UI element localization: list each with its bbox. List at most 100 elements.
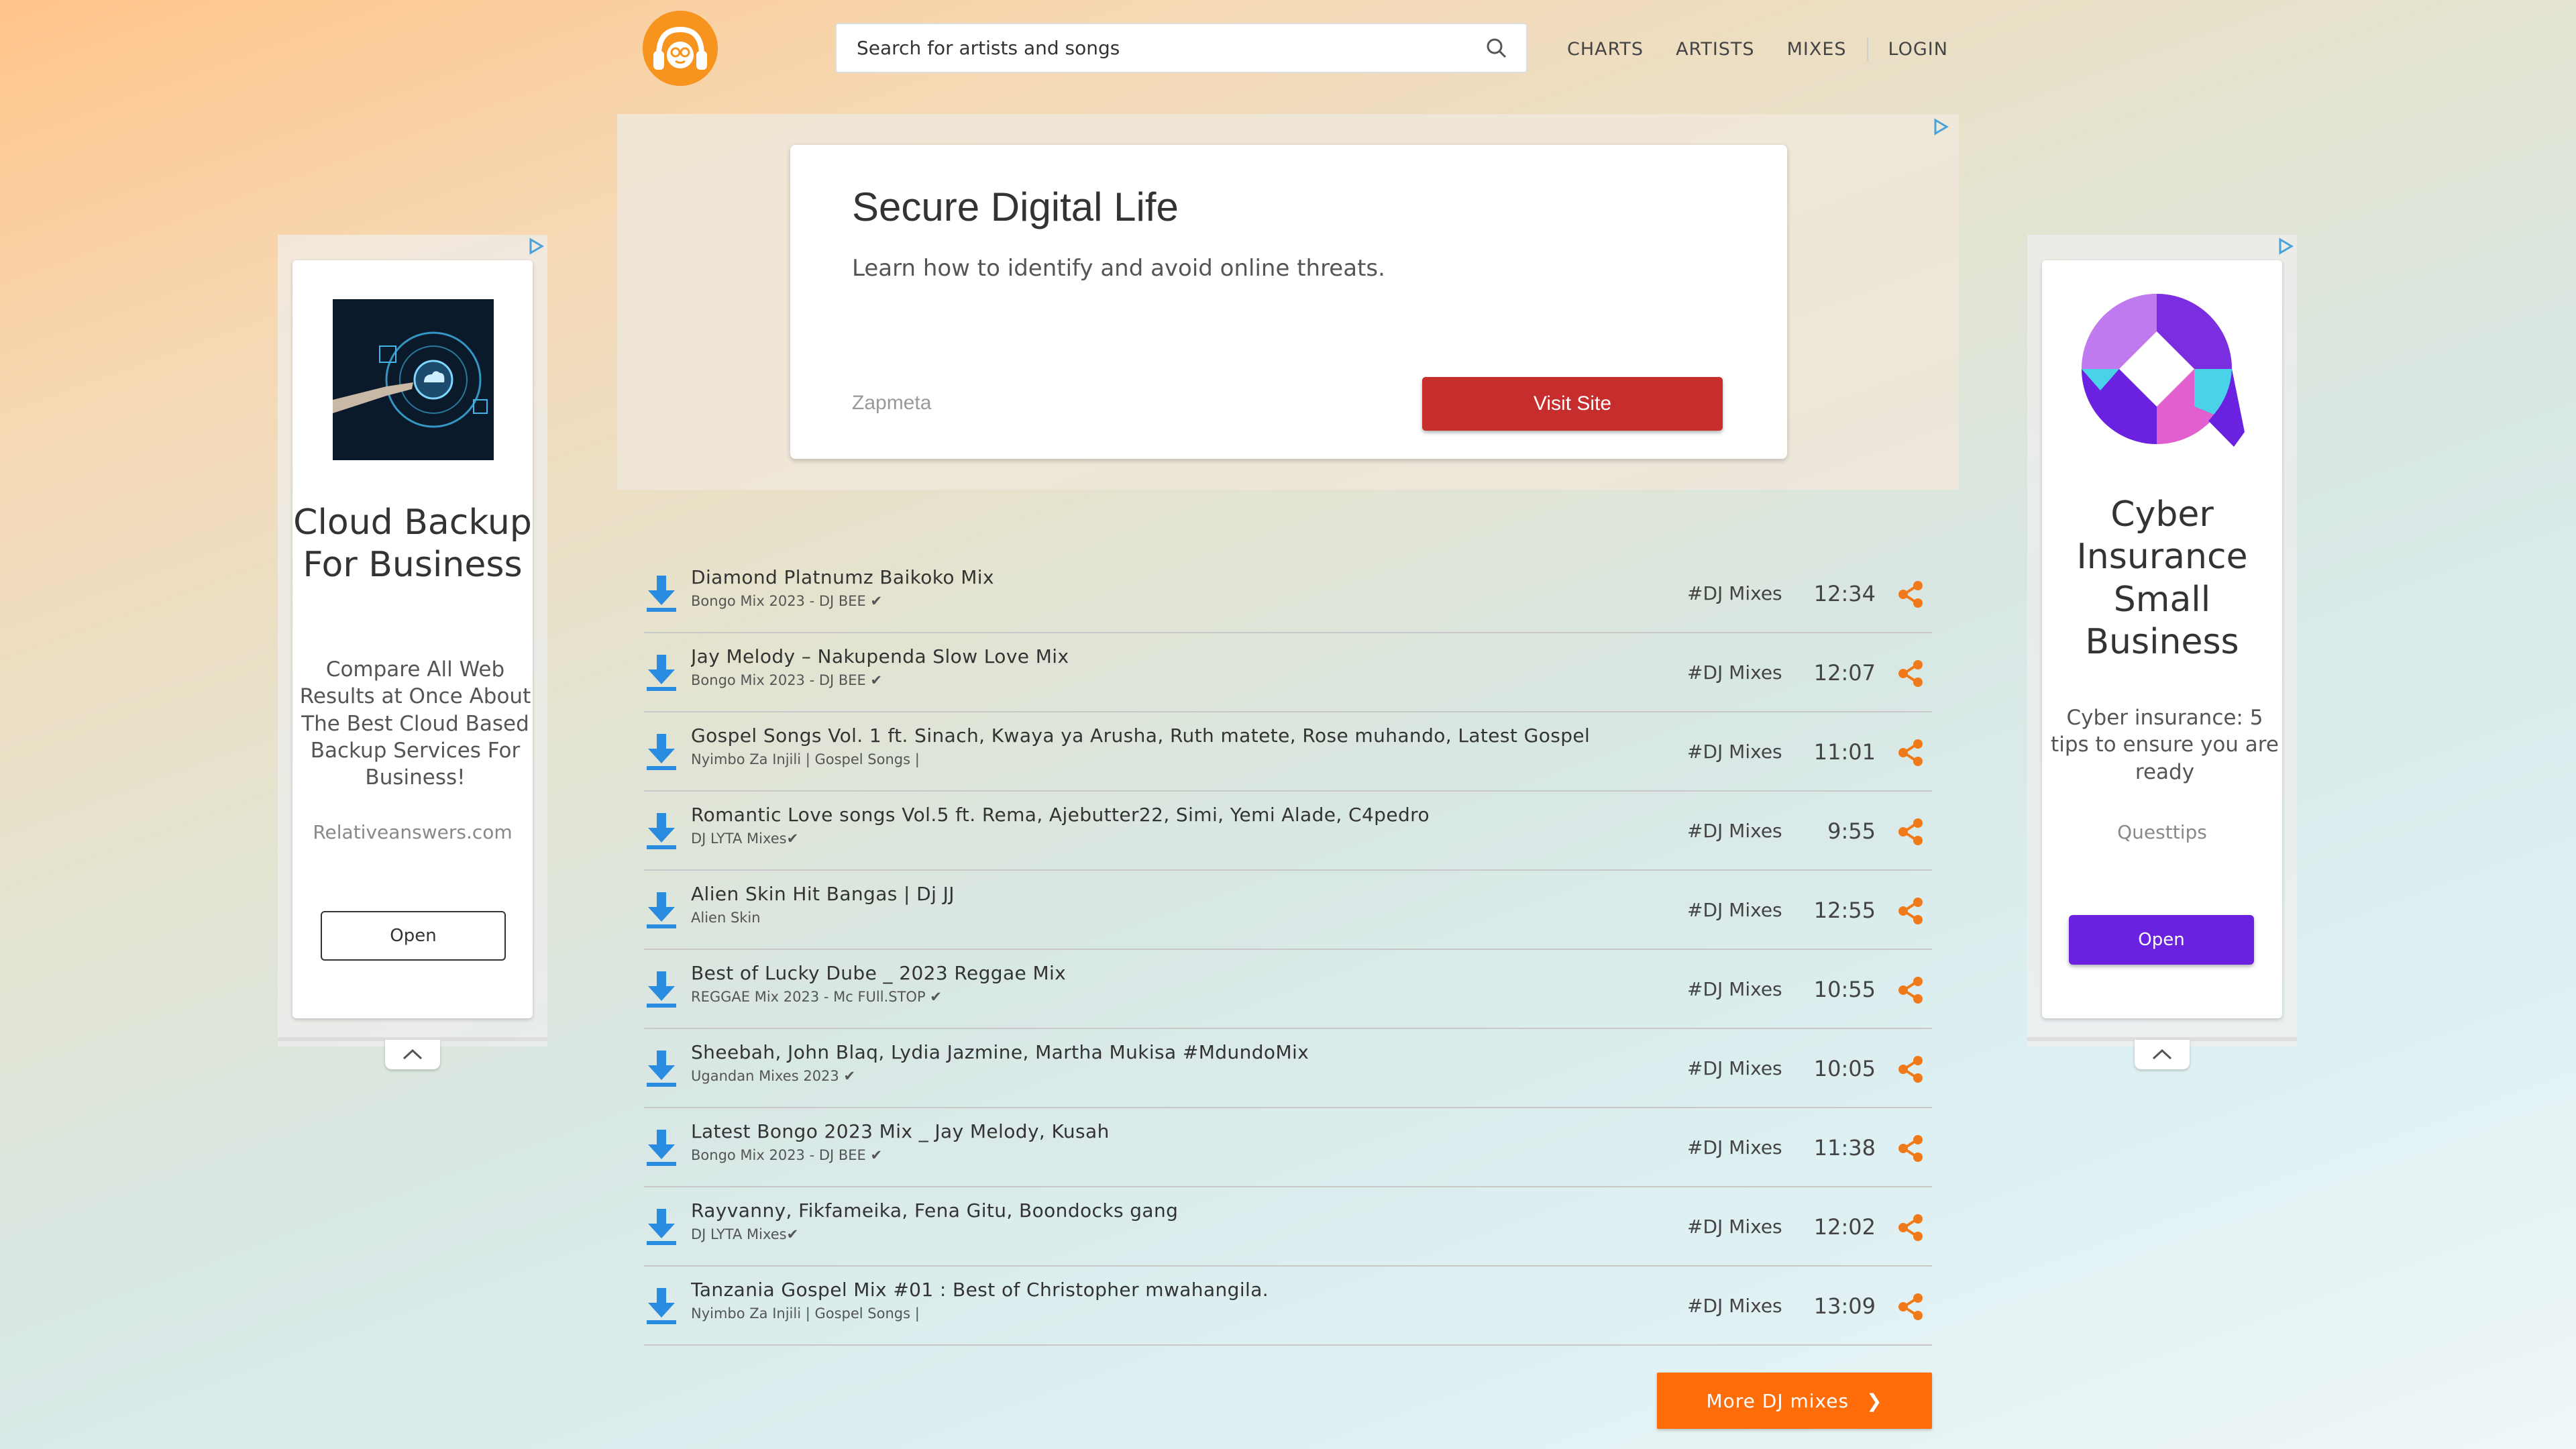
ad-collapse-toggle[interactable] — [385, 1040, 440, 1069]
mix-duration: 12:07 — [1813, 660, 1876, 686]
mix-title[interactable]: Romantic Love songs Vol.5 ft. Rema, Ajeb… — [691, 804, 1590, 826]
share-icon[interactable] — [1896, 1134, 1925, 1163]
mix-subtitle[interactable]: Bongo Mix 2023 - DJ BEE ✔ — [691, 593, 882, 609]
mix-title[interactable]: Sheebah, John Blaq, Lydia Jazmine, Marth… — [691, 1041, 1590, 1063]
download-icon[interactable] — [644, 891, 679, 930]
download-icon[interactable] — [644, 1208, 679, 1246]
mix-row[interactable]: Jay Melody – Nakupenda Slow Love Mix Bon… — [644, 633, 1932, 712]
mix-subtitle[interactable]: DJ LYTA Mixes✔ — [691, 1226, 798, 1242]
download-icon[interactable] — [644, 733, 679, 771]
mix-title[interactable]: Diamond Platnumz Baikoko Mix — [691, 566, 1590, 588]
mix-subtitle[interactable]: Nyimbo Za Injili | Gospel Songs | — [691, 751, 920, 767]
mix-row[interactable]: Alien Skin Hit Bangas | Dj JJ Alien Skin… — [644, 871, 1932, 950]
mix-duration: 11:38 — [1813, 1135, 1876, 1161]
right-ad-description: Cyber insurance: 5 tips to ensure you ar… — [2051, 706, 2279, 784]
left-ad-card[interactable]: Cloud Backup For Business Compare All We… — [292, 260, 533, 1018]
nav-charts[interactable]: CHARTS — [1567, 39, 1644, 60]
mix-duration: 11:01 — [1813, 739, 1876, 765]
mix-tag[interactable]: #DJ Mixes — [1687, 820, 1782, 842]
mix-tag[interactable]: #DJ Mixes — [1687, 661, 1782, 684]
left-ad-source: Relativeanswers.com — [313, 821, 513, 843]
mix-subtitle[interactable]: Nyimbo Za Injili | Gospel Songs | — [691, 1305, 920, 1322]
headphones-logo-icon — [643, 11, 718, 86]
mix-duration: 9:55 — [1827, 818, 1876, 844]
adchoices-icon[interactable] — [2277, 237, 2294, 255]
ad-collapse-toggle[interactable] — [2135, 1040, 2190, 1069]
right-side-ad: Cyber Insurance Small Business Cyber ins… — [2027, 235, 2297, 1069]
share-icon[interactable] — [1896, 817, 1925, 847]
nav-artists[interactable]: ARTISTS — [1676, 39, 1755, 60]
nav-mixes[interactable]: MIXES — [1787, 39, 1847, 60]
visit-site-button[interactable]: Visit Site — [1422, 377, 1723, 431]
download-icon[interactable] — [644, 1128, 679, 1167]
download-icon[interactable] — [644, 970, 679, 1009]
left-ad-description: Compare All Web Results at Once About Th… — [299, 657, 531, 790]
mix-subtitle[interactable]: Bongo Mix 2023 - DJ BEE ✔ — [691, 1147, 882, 1163]
mix-tag[interactable]: #DJ Mixes — [1687, 1216, 1782, 1238]
share-icon[interactable] — [1896, 1055, 1925, 1084]
chevron-up-icon — [402, 1049, 423, 1060]
share-icon[interactable] — [1896, 1213, 1925, 1242]
mix-title[interactable]: Alien Skin Hit Bangas | Dj JJ — [691, 883, 1590, 905]
mix-tag[interactable]: #DJ Mixes — [1687, 1295, 1782, 1317]
mix-subtitle[interactable]: Ugandan Mixes 2023 ✔ — [691, 1068, 855, 1084]
download-icon[interactable] — [644, 653, 679, 692]
share-icon[interactable] — [1896, 580, 1925, 609]
mix-duration: 13:09 — [1813, 1293, 1876, 1319]
mix-tag[interactable]: #DJ Mixes — [1687, 741, 1782, 763]
mix-tag[interactable]: #DJ Mixes — [1687, 582, 1782, 604]
adchoices-icon[interactable] — [1932, 118, 1949, 136]
mix-tag[interactable]: #DJ Mixes — [1687, 899, 1782, 921]
share-icon[interactable] — [1896, 896, 1925, 926]
mix-row[interactable]: Tanzania Gospel Mix #01 : Best of Christ… — [644, 1267, 1932, 1346]
left-ad-title: Cloud Backup For Business — [293, 502, 532, 586]
download-icon[interactable] — [644, 1049, 679, 1088]
search-icon[interactable] — [1486, 38, 1507, 59]
mix-row[interactable]: Best of Lucky Dube _ 2023 Reggae Mix REG… — [644, 950, 1932, 1029]
left-ad-open-button[interactable]: Open — [321, 911, 506, 961]
mix-subtitle[interactable]: Bongo Mix 2023 - DJ BEE ✔ — [691, 672, 882, 688]
nav-login[interactable]: LOGIN — [1888, 39, 1948, 60]
mix-title[interactable]: Rayvanny, Fikfameika, Fena Gitu, Boondoc… — [691, 1199, 1590, 1222]
mix-subtitle[interactable]: REGGAE Mix 2023 - Mc FUll.STOP ✔ — [691, 989, 942, 1005]
mix-row[interactable]: Romantic Love songs Vol.5 ft. Rema, Ajeb… — [644, 792, 1932, 871]
mix-subtitle[interactable]: Alien Skin — [691, 910, 761, 926]
left-side-ad: Cloud Backup For Business Compare All We… — [278, 235, 547, 1069]
share-icon[interactable] — [1896, 975, 1925, 1005]
mix-tag[interactable]: #DJ Mixes — [1687, 1136, 1782, 1159]
more-dj-mixes-label: More DJ mixes — [1706, 1389, 1849, 1412]
mix-duration: 12:34 — [1813, 581, 1876, 606]
mix-tag[interactable]: #DJ Mixes — [1687, 978, 1782, 1000]
mix-title[interactable]: Latest Bongo 2023 Mix _ Jay Melody, Kusa… — [691, 1120, 1590, 1142]
right-ad-open-button[interactable]: Open — [2069, 915, 2254, 965]
mix-tag[interactable]: #DJ Mixes — [1687, 1057, 1782, 1079]
mix-row[interactable]: Diamond Platnumz Baikoko Mix Bongo Mix 2… — [644, 554, 1932, 633]
mix-row[interactable]: Latest Bongo 2023 Mix _ Jay Melody, Kusa… — [644, 1108, 1932, 1187]
mix-subtitle[interactable]: DJ LYTA Mixes✔ — [691, 830, 798, 847]
search-input[interactable] — [857, 24, 1460, 72]
mix-row[interactable]: Gospel Songs Vol. 1 ft. Sinach, Kwaya ya… — [644, 712, 1932, 792]
more-dj-mixes-button[interactable]: More DJ mixes ❯ — [1657, 1373, 1932, 1429]
adchoices-icon[interactable] — [527, 237, 545, 255]
download-icon[interactable] — [644, 812, 679, 851]
mix-title[interactable]: Best of Lucky Dube _ 2023 Reggae Mix — [691, 962, 1590, 984]
mix-duration: 12:55 — [1813, 898, 1876, 923]
mix-row[interactable]: Sheebah, John Blaq, Lydia Jazmine, Marth… — [644, 1029, 1932, 1108]
right-ad-card[interactable]: Cyber Insurance Small Business Cyber ins… — [2042, 260, 2282, 1018]
chevron-up-icon — [2152, 1049, 2172, 1060]
download-icon[interactable] — [644, 574, 679, 613]
share-icon[interactable] — [1896, 1292, 1925, 1322]
site-logo[interactable] — [643, 11, 718, 86]
mix-title[interactable]: Tanzania Gospel Mix #01 : Best of Christ… — [691, 1279, 1590, 1301]
cloud-technology-image — [333, 299, 494, 460]
top-ad-card[interactable]: Secure Digital Life Learn how to identif… — [790, 145, 1787, 459]
mix-title[interactable]: Gospel Songs Vol. 1 ft. Sinach, Kwaya ya… — [691, 724, 1590, 747]
share-icon[interactable] — [1896, 738, 1925, 767]
top-ad-banner: Secure Digital Life Learn how to identif… — [617, 114, 1959, 490]
download-icon[interactable] — [644, 1287, 679, 1326]
mix-list: Diamond Platnumz Baikoko Mix Bongo Mix 2… — [644, 554, 1932, 1346]
share-icon[interactable] — [1896, 659, 1925, 688]
mix-duration: 10:55 — [1813, 977, 1876, 1002]
mix-title[interactable]: Jay Melody – Nakupenda Slow Love Mix — [691, 645, 1590, 667]
mix-row[interactable]: Rayvanny, Fikfameika, Fena Gitu, Boondoc… — [644, 1187, 1932, 1267]
